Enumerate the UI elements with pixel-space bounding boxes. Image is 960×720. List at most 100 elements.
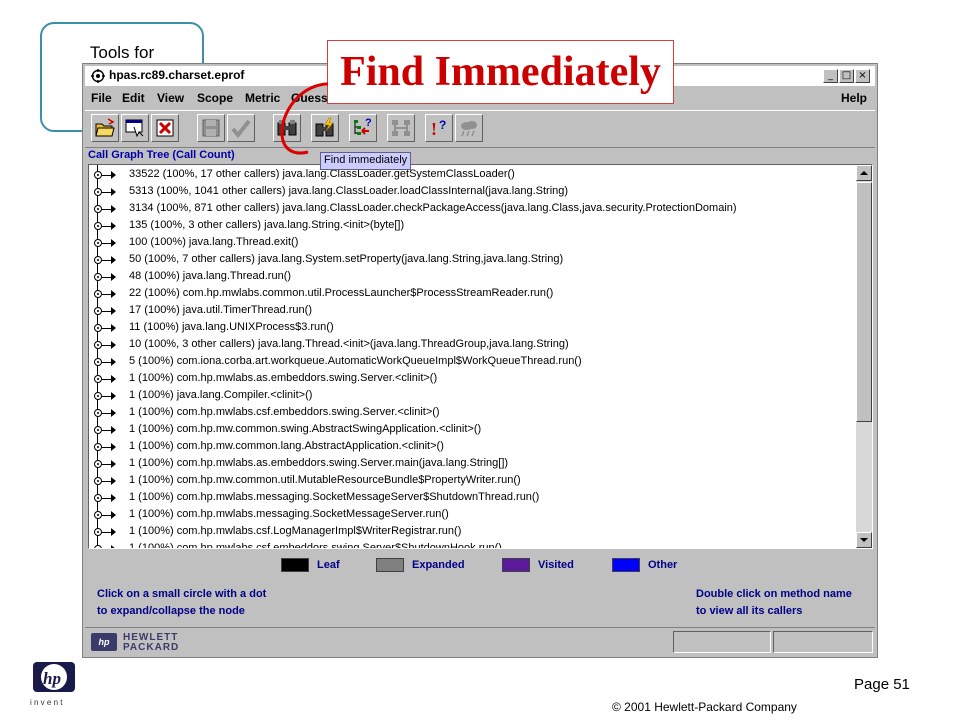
tree-query-button[interactable]: ? [349, 114, 377, 142]
arrow-right-icon [111, 443, 116, 451]
expand-toggle-icon[interactable] [94, 409, 102, 417]
alert-query-button[interactable]: !? [425, 114, 453, 142]
expand-toggle-icon[interactable] [94, 358, 102, 366]
save-button[interactable] [197, 114, 225, 142]
method-name[interactable]: 100 (100%) java.lang.Thread.exit() [129, 236, 298, 248]
scroll-up-button[interactable] [856, 165, 872, 181]
tree-row[interactable]: 135 (100%, 3 other callers) java.lang.St… [89, 218, 859, 235]
method-name[interactable]: 1 (100%) com.hp.mwlabs.as.embeddors.swin… [129, 457, 508, 469]
menu-edit[interactable]: Edit [122, 91, 145, 105]
tree-row[interactable]: 1 (100%) com.hp.mw.common.swing.Abstract… [89, 422, 859, 439]
method-name[interactable]: 1 (100%) com.hp.mw.common.lang.AbstractA… [129, 440, 444, 452]
menu-scope[interactable]: Scope [197, 91, 233, 105]
method-name[interactable]: 48 (100%) java.lang.Thread.run() [129, 270, 291, 282]
arrow-right-icon [111, 222, 116, 230]
expand-toggle-icon[interactable] [94, 341, 102, 349]
menu-help[interactable]: Help [841, 91, 867, 105]
legend-swatch-other [612, 558, 640, 572]
expand-toggle-icon[interactable] [94, 205, 102, 213]
arrow-right-icon [111, 545, 116, 548]
arrow-right-icon [111, 273, 116, 281]
tree-row[interactable]: 1 (100%) com.hp.mwlabs.as.embeddors.swin… [89, 456, 859, 473]
tree-row[interactable]: 5313 (100%, 1041 other callers) java.lan… [89, 184, 859, 201]
menu-view[interactable]: View [157, 91, 184, 105]
expand-toggle-icon[interactable] [94, 511, 102, 519]
method-name[interactable]: 1 (100%) java.lang.Compiler.<clinit>() [129, 389, 312, 401]
expand-toggle-icon[interactable] [94, 239, 102, 247]
method-name[interactable]: 50 (100%, 7 other callers) java.lang.Sys… [129, 253, 563, 265]
method-name[interactable]: 1 (100%) com.hp.mwlabs.messaging.SocketM… [129, 508, 449, 520]
method-name[interactable]: 1 (100%) com.hp.mwlabs.csf.embeddors.swi… [129, 406, 440, 418]
expand-toggle-icon[interactable] [94, 324, 102, 332]
expand-toggle-icon[interactable] [94, 375, 102, 383]
menu-file[interactable]: File [91, 91, 112, 105]
method-name[interactable]: 135 (100%, 3 other callers) java.lang.St… [129, 219, 404, 231]
method-name[interactable]: 11 (100%) java.lang.UNIXProcess$3.run() [129, 321, 334, 333]
method-name[interactable]: 5313 (100%, 1041 other callers) java.lan… [129, 185, 568, 197]
expand-toggle-icon[interactable] [94, 477, 102, 485]
tree-row[interactable]: 1 (100%) com.hp.mwlabs.messaging.SocketM… [89, 507, 859, 524]
tree-row[interactable]: 1 (100%) com.hp.mwlabs.as.embeddors.swin… [89, 371, 859, 388]
expand-toggle-icon[interactable] [94, 392, 102, 400]
expand-toggle-icon[interactable] [94, 460, 102, 468]
method-name[interactable]: 5 (100%) com.iona.corba.art.workqueue.Au… [129, 355, 582, 367]
expand-toggle-icon[interactable] [94, 528, 102, 536]
tree-row[interactable]: 1 (100%) com.hp.mw.common.lang.AbstractA… [89, 439, 859, 456]
expand-toggle-icon[interactable] [94, 256, 102, 264]
tree-row[interactable]: 1 (100%) com.hp.mwlabs.csf.embeddors.swi… [89, 405, 859, 422]
vertical-scrollbar[interactable] [856, 165, 872, 548]
method-name[interactable]: 17 (100%) java.util.TimerThread.run() [129, 304, 312, 316]
scrollbar-thumb[interactable] [856, 182, 872, 422]
close-button[interactable]: × [855, 69, 870, 83]
tree-row[interactable]: 100 (100%) java.lang.Thread.exit() [89, 235, 859, 252]
expand-toggle-icon[interactable] [94, 545, 102, 548]
tree-row[interactable]: 1 (100%) com.hp.mwlabs.csf.LogManagerImp… [89, 524, 859, 541]
method-name[interactable]: 1 (100%) com.hp.mw.common.swing.Abstract… [129, 423, 481, 435]
expand-toggle-icon[interactable] [94, 171, 102, 179]
minimize-button[interactable]: _ [823, 69, 838, 83]
close-file-button[interactable] [151, 114, 179, 142]
tree-row[interactable]: 1 (100%) java.lang.Compiler.<clinit>() [89, 388, 859, 405]
maximize-button[interactable]: □ [839, 69, 854, 83]
check-button[interactable] [227, 114, 255, 142]
expand-toggle-icon[interactable] [94, 222, 102, 230]
tree-row[interactable]: 1 (100%) com.hp.mwlabs.messaging.SocketM… [89, 490, 859, 507]
call-graph-tree[interactable]: 33522 (100%, 17 other callers) java.lang… [88, 164, 873, 549]
method-name[interactable]: 22 (100%) com.hp.mwlabs.common.util.Proc… [129, 287, 553, 299]
method-name[interactable]: 3134 (100%, 871 other callers) java.lang… [129, 202, 737, 214]
tree-row[interactable]: 5 (100%) com.iona.corba.art.workqueue.Au… [89, 354, 859, 371]
scroll-down-button[interactable] [856, 532, 872, 548]
method-name[interactable]: 1 (100%) com.hp.mwlabs.as.embeddors.swin… [129, 372, 437, 384]
network-button[interactable] [387, 114, 415, 142]
tree-row[interactable]: 33522 (100%, 17 other callers) java.lang… [89, 167, 859, 184]
expand-toggle-icon[interactable] [94, 494, 102, 502]
expand-toggle-icon[interactable] [94, 307, 102, 315]
tree-row[interactable]: 48 (100%) java.lang.Thread.run() [89, 269, 859, 286]
cloud-button[interactable] [455, 114, 483, 142]
tree-row[interactable]: 1 (100%) com.hp.mw.common.util.MutableRe… [89, 473, 859, 490]
expand-toggle-icon[interactable] [94, 273, 102, 281]
tree-row[interactable]: 17 (100%) java.util.TimerThread.run() [89, 303, 859, 320]
legend: Leaf Expanded Visited Other [83, 554, 879, 576]
method-name[interactable]: 1 (100%) com.hp.mwlabs.csf.LogManagerImp… [129, 525, 461, 537]
method-name[interactable]: 1 (100%) com.hp.mwlabs.messaging.SocketM… [129, 491, 539, 503]
expand-toggle-icon[interactable] [94, 443, 102, 451]
tree-row[interactable]: 3134 (100%, 871 other callers) java.lang… [89, 201, 859, 218]
tree-row[interactable]: 50 (100%, 7 other callers) java.lang.Sys… [89, 252, 859, 269]
tree-row[interactable]: 11 (100%) java.lang.UNIXProcess$3.run() [89, 320, 859, 337]
method-name[interactable]: 1 (100%) com.hp.mwlabs.csf.embeddors.swi… [129, 542, 502, 548]
method-name[interactable]: 10 (100%, 3 other callers) java.lang.Thr… [129, 338, 569, 350]
call-graph-panel-title: Call Graph Tree (Call Count) [88, 149, 235, 161]
select-window-button[interactable] [121, 114, 149, 142]
check-icon [231, 119, 251, 139]
status-bar: hp HEWLETT PACKARD [85, 627, 875, 656]
expand-toggle-icon[interactable] [94, 290, 102, 298]
method-name[interactable]: 1 (100%) com.hp.mw.common.util.MutableRe… [129, 474, 521, 486]
hint-expand-line1: Click on a small circle with a dot [97, 588, 267, 600]
tree-row[interactable]: 10 (100%, 3 other callers) java.lang.Thr… [89, 337, 859, 354]
expand-toggle-icon[interactable] [94, 426, 102, 434]
expand-toggle-icon[interactable] [94, 188, 102, 196]
open-folder-button[interactable] [91, 114, 119, 142]
tree-row[interactable]: 1 (100%) com.hp.mwlabs.csf.embeddors.swi… [89, 541, 859, 548]
tree-row[interactable]: 22 (100%) com.hp.mwlabs.common.util.Proc… [89, 286, 859, 303]
